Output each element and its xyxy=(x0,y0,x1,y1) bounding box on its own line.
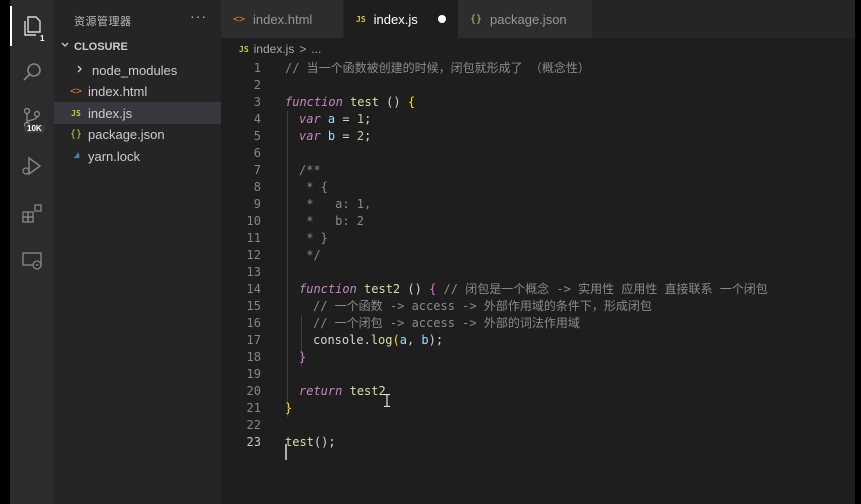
code-line: console.log(a, b); xyxy=(313,333,444,347)
code-line: } xyxy=(285,401,293,415)
search-icon xyxy=(23,63,41,81)
json-file-icon: {} xyxy=(470,13,483,25)
explorer-activity-button[interactable]: 1 xyxy=(10,6,54,46)
remote-explorer-icon xyxy=(22,252,42,270)
json-file-icon: {} xyxy=(69,128,83,140)
line-number: 20 xyxy=(246,384,261,398)
js-file-icon: JS xyxy=(239,44,249,54)
code-line: var b = 2; xyxy=(299,129,372,143)
code-line: var a = 1; xyxy=(299,112,372,126)
vscode-window: 1 10K 资源管理器 ··· CLOSURE node_modules <> … xyxy=(0,0,861,504)
line-number: 9 xyxy=(253,197,261,211)
run-debug-icon xyxy=(22,156,42,176)
code-line: } xyxy=(299,350,307,364)
js-file-icon: JS xyxy=(71,108,81,118)
tree-item-index-js[interactable]: JS index.js xyxy=(54,102,221,124)
code-comment: * } xyxy=(299,231,328,245)
line-number: 12 xyxy=(246,248,261,262)
tab-label: package.json xyxy=(490,11,567,27)
code-comment: // 一个闭包 -> access -> 外部的词法作用域 xyxy=(313,316,580,330)
code-line: return test2 xyxy=(299,384,386,398)
tree-item-label: package.json xyxy=(88,126,165,142)
line-number: 16 xyxy=(246,316,261,330)
mouse-ibeam-icon xyxy=(384,394,390,407)
remote-explorer-activity-button[interactable] xyxy=(10,240,54,280)
line-number: 14 xyxy=(246,282,261,296)
code-line: test(); xyxy=(285,435,336,449)
code-comment: * b: 2 xyxy=(299,214,365,228)
line-number: 19 xyxy=(246,367,261,381)
line-number: 5 xyxy=(253,129,261,143)
tree-item-label: index.js xyxy=(88,105,133,121)
search-activity-button[interactable] xyxy=(10,52,54,92)
code-comment: /** xyxy=(299,163,321,177)
line-number: 4 xyxy=(253,112,261,126)
line-number: 22 xyxy=(246,418,261,432)
line-number: 3 xyxy=(253,95,261,109)
html-file-icon: <> xyxy=(233,13,246,25)
unsaved-dot-icon[interactable] xyxy=(438,15,446,23)
breadcrumb-file[interactable]: index.js xyxy=(254,42,295,56)
code-comment: * a: 1, xyxy=(299,197,372,211)
line-number: 8 xyxy=(253,180,261,194)
line-number: 11 xyxy=(246,231,261,245)
explorer-sidebar: 资源管理器 ··· CLOSURE node_modules <> index.… xyxy=(54,0,221,504)
code-line: function test () { xyxy=(285,95,416,109)
yarn-icon xyxy=(68,149,84,163)
scm-badge: 10K xyxy=(24,124,45,133)
source-control-activity-button[interactable]: 10K xyxy=(10,98,54,138)
line-number: 13 xyxy=(246,265,261,279)
line-number: 23 xyxy=(246,435,261,449)
line-number: 10 xyxy=(246,214,261,228)
code-line: function test2 () { // 闭包是一个概念 -> 实用性 应用… xyxy=(299,282,768,296)
code-comment: */ xyxy=(299,248,321,262)
folder-closure[interactable]: CLOSURE xyxy=(60,40,128,53)
screen-edge xyxy=(0,0,10,504)
extensions-icon xyxy=(22,204,42,223)
line-number: 21 xyxy=(246,401,261,415)
tree-item-package-json[interactable]: {} package.json xyxy=(54,123,221,145)
run-debug-activity-button[interactable] xyxy=(10,146,54,186)
explorer-badge: 1 xyxy=(37,34,48,43)
tab-label: index.js xyxy=(373,11,418,27)
tree-item-label: index.html xyxy=(88,83,148,99)
breadcrumb-symbol[interactable]: ... xyxy=(311,42,321,56)
chevron-down-icon xyxy=(60,40,74,53)
html-file-icon: <> xyxy=(69,85,83,97)
explorer-title: 资源管理器 xyxy=(74,16,132,28)
tab-package-json[interactable]: {} package.json xyxy=(458,0,592,38)
folder-label: CLOSURE xyxy=(74,40,128,53)
tab-index-js[interactable]: JS index.js xyxy=(344,0,458,38)
code-comment: // 一个函数 -> access -> 外部作用域的条件下，形成闭包 xyxy=(313,299,652,313)
code-editor[interactable]: 1 // 当一个函数被创建的时候，闭包就形成了 （概念性） 2 3 function… xyxy=(221,60,855,504)
tree-item-label: yarn.lock xyxy=(88,148,141,164)
line-number: 7 xyxy=(253,163,261,177)
more-actions-button[interactable]: ··· xyxy=(190,8,207,24)
editor-tabs: <> index.html JS index.js {} package.jso… xyxy=(221,0,855,38)
tab-index-html[interactable]: <> index.html xyxy=(221,0,344,38)
tree-item-index-html[interactable]: <> index.html xyxy=(54,80,221,102)
line-number: 15 xyxy=(246,299,261,313)
screen-edge xyxy=(855,0,861,504)
line-number: 17 xyxy=(246,333,261,347)
activity-bar: 1 10K xyxy=(10,0,54,504)
tree-item-node-modules[interactable]: node_modules xyxy=(54,59,221,81)
breadcrumb-separator: > xyxy=(299,42,307,56)
tab-label: index.html xyxy=(253,11,313,27)
tree-item-yarn-lock[interactable]: yarn.lock xyxy=(54,145,221,167)
extensions-activity-button[interactable] xyxy=(10,194,54,234)
line-number: 6 xyxy=(253,146,261,160)
text-cursor xyxy=(285,444,287,460)
js-file-icon: JS xyxy=(356,14,366,24)
tree-item-label: node_modules xyxy=(92,62,178,78)
breadcrumb: JS index.js > ... xyxy=(221,38,855,60)
chevron-right-icon xyxy=(72,64,88,77)
code-comment: // 当一个函数被创建的时候，闭包就形成了 （概念性） xyxy=(285,61,590,75)
line-number: 1 xyxy=(253,61,261,75)
line-number: 2 xyxy=(253,78,261,92)
code-comment: * { xyxy=(299,180,328,194)
line-number: 18 xyxy=(246,350,261,364)
